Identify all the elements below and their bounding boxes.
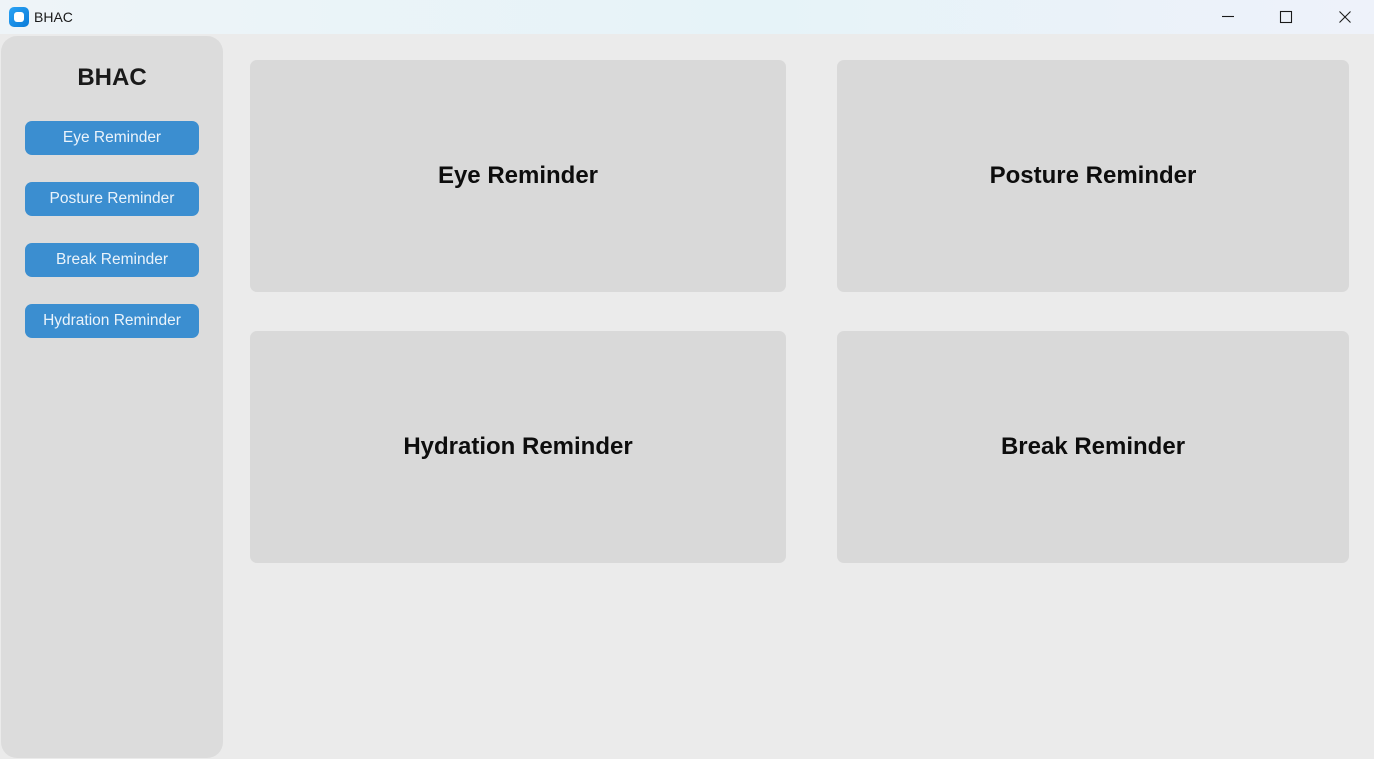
break-reminder-card[interactable]: Break Reminder (837, 331, 1349, 563)
eye-reminder-card[interactable]: Eye Reminder (250, 60, 786, 292)
minimize-icon (1222, 15, 1234, 18)
maximize-icon (1279, 10, 1293, 24)
posture-reminder-card-title: Posture Reminder (989, 162, 1197, 189)
sidebar-button-break-reminder[interactable]: Break Reminder (25, 243, 199, 277)
sidebar: BHAC Eye Reminder Posture Reminder Break… (1, 36, 223, 758)
sidebar-button-hydration-reminder[interactable]: Hydration Reminder (25, 304, 199, 338)
sidebar-title: BHAC (77, 64, 147, 91)
window-title: BHAC (34, 9, 73, 25)
hydration-reminder-card-title: Hydration Reminder (403, 433, 633, 460)
maximize-button[interactable] (1257, 0, 1315, 34)
sidebar-button-posture-reminder[interactable]: Posture Reminder (25, 182, 199, 216)
posture-reminder-card[interactable]: Posture Reminder (837, 60, 1349, 292)
minimize-button[interactable] (1199, 0, 1257, 34)
close-icon (1339, 11, 1351, 23)
sidebar-button-eye-reminder[interactable]: Eye Reminder (25, 121, 199, 155)
close-button[interactable] (1316, 0, 1374, 34)
eye-reminder-card-title: Eye Reminder (437, 162, 599, 189)
hydration-reminder-card[interactable]: Hydration Reminder (250, 331, 786, 563)
title-bar: BHAC (0, 0, 1374, 34)
app-icon (9, 7, 29, 27)
break-reminder-card-title: Break Reminder (1000, 433, 1186, 460)
